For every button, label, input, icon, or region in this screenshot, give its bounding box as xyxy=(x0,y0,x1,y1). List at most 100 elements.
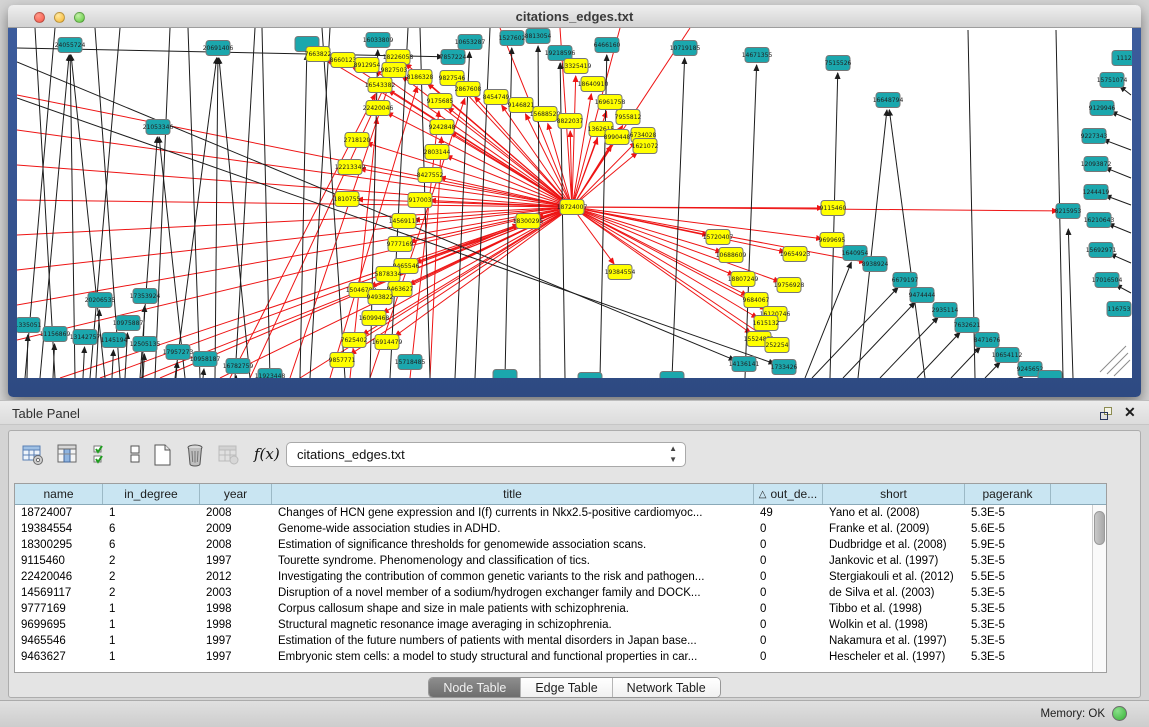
show-columns-icon[interactable] xyxy=(56,443,82,469)
row-height-icon[interactable] xyxy=(124,443,150,469)
table-cell[interactable]: 0 xyxy=(754,601,823,617)
select-rows-icon[interactable] xyxy=(92,443,118,469)
table-cell[interactable]: Tibbo et al. (1998) xyxy=(823,601,965,617)
table-row[interactable]: 1872400712008Changes of HCN gene express… xyxy=(15,505,1106,521)
table-row[interactable]: 1830029562008Estimation of significance … xyxy=(15,537,1106,553)
table-cell[interactable]: 5.6E-5 xyxy=(965,521,1051,537)
table-cell[interactable]: 1998 xyxy=(200,617,272,633)
table-cell[interactable]: 9463627 xyxy=(15,649,103,665)
table-cell[interactable]: 1997 xyxy=(200,553,272,569)
table-cell[interactable]: 2 xyxy=(103,569,200,585)
table-cell[interactable]: 0 xyxy=(754,569,823,585)
table-row[interactable]: 946362711997Embryonic stem cells: a mode… xyxy=(15,649,1106,665)
table-cell[interactable]: 2003 xyxy=(200,585,272,601)
table-cell[interactable]: 22420046 xyxy=(15,569,103,585)
import-table-icon[interactable] xyxy=(217,443,243,469)
table-cell[interactable]: 1 xyxy=(103,617,200,633)
table-cell[interactable]: 0 xyxy=(754,537,823,553)
table-cell[interactable]: 5.3E-5 xyxy=(965,633,1051,649)
table-settings-icon[interactable] xyxy=(21,443,47,469)
network-canvas[interactable]: 2405572420691406160338091065328715276028… xyxy=(17,28,1132,378)
table-cell[interactable]: 2009 xyxy=(200,521,272,537)
table-row[interactable]: 2242004622012Investigating the contribut… xyxy=(15,569,1106,585)
new-table-icon[interactable] xyxy=(151,443,177,469)
table-cell[interactable]: Changes of HCN gene expression and I(f) … xyxy=(272,505,754,521)
table-cell[interactable]: 1997 xyxy=(200,633,272,649)
table-selector-dropdown[interactable]: citations_edges.txt ▲▼ xyxy=(286,442,686,467)
table-cell[interactable]: 0 xyxy=(754,521,823,537)
table-cell[interactable]: 6 xyxy=(103,537,200,553)
table-cell[interactable]: 5.3E-5 xyxy=(965,505,1051,521)
graph-node[interactable] xyxy=(1038,371,1062,379)
table-row[interactable]: 1456911722003Disruption of a novel membe… xyxy=(15,585,1106,601)
column-header-in_degree[interactable]: in_degree xyxy=(103,484,200,504)
table-cell[interactable]: 5.9E-5 xyxy=(965,537,1051,553)
column-header-name[interactable]: name xyxy=(15,484,103,504)
table-cell[interactable]: Wolkin et al. (1998) xyxy=(823,617,965,633)
table-cell[interactable]: 5.3E-5 xyxy=(965,585,1051,601)
table-cell[interactable]: 1 xyxy=(103,649,200,665)
table-cell[interactable]: Estimation of the future numbers of pati… xyxy=(272,633,754,649)
table-cell[interactable]: Estimation of significance thresholds fo… xyxy=(272,537,754,553)
table-cell[interactable]: 19384554 xyxy=(15,521,103,537)
table-cell[interactable]: 5.3E-5 xyxy=(965,649,1051,665)
column-header-pagerank[interactable]: pagerank xyxy=(965,484,1051,504)
table-cell[interactable]: 0 xyxy=(754,633,823,649)
table-row[interactable]: 977716911998Corpus callosum shape and si… xyxy=(15,601,1106,617)
table-cell[interactable]: Structural magnetic resonance image aver… xyxy=(272,617,754,633)
table-cell[interactable]: 0 xyxy=(754,649,823,665)
table-cell[interactable]: 9699695 xyxy=(15,617,103,633)
table-cell[interactable]: Tourette syndrome. Phenomenology and cla… xyxy=(272,553,754,569)
window-titlebar[interactable]: citations_edges.txt xyxy=(8,5,1141,28)
table-cell[interactable]: Dudbridge et al. (2008) xyxy=(823,537,965,553)
table-cell[interactable]: 5.5E-5 xyxy=(965,569,1051,585)
table-cell[interactable]: Corpus callosum shape and size in male p… xyxy=(272,601,754,617)
table-cell[interactable]: 6 xyxy=(103,521,200,537)
vertical-scrollbar[interactable] xyxy=(1092,505,1106,673)
table-cell[interactable]: 9777169 xyxy=(15,601,103,617)
network-canvas-svg[interactable]: 2405572420691406160338091065328715276028… xyxy=(17,28,1132,378)
graph-node[interactable] xyxy=(493,370,517,379)
table-cell[interactable]: 0 xyxy=(754,553,823,569)
column-header-year[interactable]: year xyxy=(200,484,272,504)
table-cell[interactable]: Hescheler et al. (1997) xyxy=(823,649,965,665)
table-cell[interactable]: 1 xyxy=(103,505,200,521)
table-cell[interactable]: Embryonic stem cells: a model to study s… xyxy=(272,649,754,665)
table-cell[interactable]: Nakamura et al. (1997) xyxy=(823,633,965,649)
close-panel-icon[interactable]: ✕ xyxy=(1124,404,1136,421)
tab-node-table[interactable]: Node Table xyxy=(429,678,521,697)
function-builder-icon[interactable]: f(x) xyxy=(254,445,280,471)
table-cell[interactable]: 5.3E-5 xyxy=(965,617,1051,633)
table-cell[interactable]: Jankovic et al. (1997) xyxy=(823,553,965,569)
table-cell[interactable]: 1 xyxy=(103,633,200,649)
table-cell[interactable]: 2008 xyxy=(200,505,272,521)
table-cell[interactable]: Investigating the contribution of common… xyxy=(272,569,754,585)
column-header-short[interactable]: short xyxy=(823,484,965,504)
table-cell[interactable]: Stergiakouli et al. (2012) xyxy=(823,569,965,585)
table-cell[interactable]: 9465546 xyxy=(15,633,103,649)
table-cell[interactable]: 1997 xyxy=(200,649,272,665)
table-cell[interactable]: de Silva et al. (2003) xyxy=(823,585,965,601)
graph-node[interactable] xyxy=(660,372,684,379)
table-cell[interactable]: Franke et al. (2009) xyxy=(823,521,965,537)
table-row[interactable]: 911546021997Tourette syndrome. Phenomeno… xyxy=(15,553,1106,569)
table-cell[interactable]: 18300295 xyxy=(15,537,103,553)
graph-node[interactable] xyxy=(578,373,602,379)
table-cell[interactable]: 0 xyxy=(754,585,823,601)
table-cell[interactable]: 5.3E-5 xyxy=(965,601,1051,617)
table-row[interactable]: 1938455462009Genome-wide association stu… xyxy=(15,521,1106,537)
table-cell[interactable]: 1 xyxy=(103,601,200,617)
table-cell[interactable]: 18724007 xyxy=(15,505,103,521)
delete-table-icon[interactable] xyxy=(184,443,210,469)
table-cell[interactable]: 2 xyxy=(103,553,200,569)
table-cell[interactable]: 2 xyxy=(103,585,200,601)
table-cell[interactable]: 2012 xyxy=(200,569,272,585)
float-panel-icon[interactable] xyxy=(1100,407,1114,420)
memory-status-icon[interactable] xyxy=(1112,706,1127,721)
table-cell[interactable]: 5.3E-5 xyxy=(965,553,1051,569)
table-cell[interactable]: 49 xyxy=(754,505,823,521)
table-cell[interactable]: Yano et al. (2008) xyxy=(823,505,965,521)
table-row[interactable]: 969969511998Structural magnetic resonanc… xyxy=(15,617,1106,633)
column-header-out_de[interactable]: △out_de... xyxy=(754,484,823,504)
table-cell[interactable]: 2008 xyxy=(200,537,272,553)
